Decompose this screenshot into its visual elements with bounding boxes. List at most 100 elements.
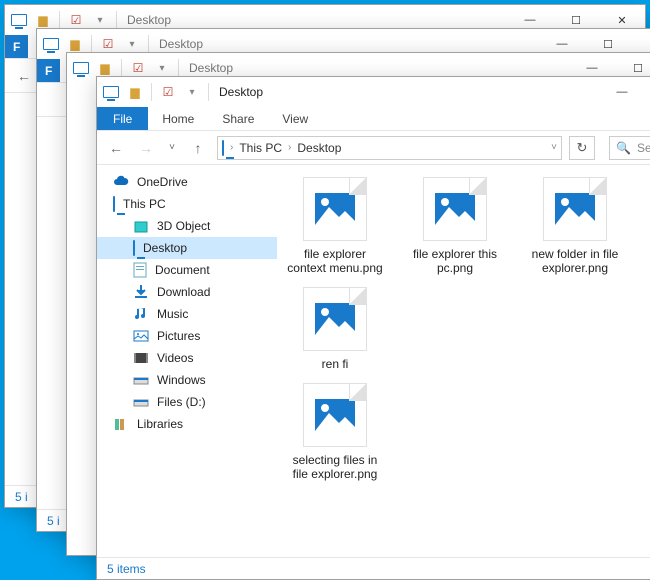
qat-dropdown-icon[interactable]: ▾ <box>184 84 200 100</box>
recent-dropdown-icon[interactable]: ˅ <box>165 137 179 159</box>
file-item[interactable]: ren fi <box>285 287 385 371</box>
nav-item-libraries[interactable]: Libraries <box>97 413 277 435</box>
separator <box>208 83 209 101</box>
file-name: new folder in file explorer.png <box>525 247 625 275</box>
image-file-icon <box>303 177 367 241</box>
desktop-icon <box>133 241 135 255</box>
properties-icon[interactable]: ☑ <box>100 36 116 52</box>
properties-icon[interactable]: ☑ <box>130 60 146 76</box>
forward-button[interactable]: → <box>135 137 157 159</box>
refresh-button[interactable]: ↻ <box>569 136 595 160</box>
titlebar[interactable]: ▆ ☑ ▾ Desktop — ☐ ✕ <box>97 77 650 107</box>
nav-item-windows[interactable]: Windows <box>97 369 277 391</box>
nav-item-download[interactable]: Download <box>97 281 277 303</box>
window-title: Desktop <box>127 13 171 27</box>
file-menu[interactable]: F <box>5 35 28 58</box>
drive-icon <box>133 394 149 410</box>
address-bar: ← → ˅ ↑ › This PC › Desktop ˅ ↻ 🔍 Search <box>97 131 650 165</box>
image-file-icon <box>303 287 367 351</box>
nav-label: Download <box>157 285 210 299</box>
pc-icon <box>222 141 224 155</box>
window-controls: — ☐ ✕ <box>599 77 650 107</box>
navigation-pane[interactable]: OneDrive This PC 3D Object Desktop Document D… <box>97 165 277 557</box>
nav-item-files-d-[interactable]: Files (D:) <box>97 391 277 413</box>
tab-view[interactable]: View <box>268 107 322 130</box>
nav-label: Desktop <box>143 241 187 255</box>
properties-icon[interactable]: ☑ <box>68 12 84 28</box>
pictures-icon <box>133 328 149 344</box>
chevron-right-icon[interactable]: › <box>288 142 291 153</box>
cloud-icon <box>113 174 129 190</box>
back-button[interactable]: ← <box>105 137 127 159</box>
qat-dropdown-icon[interactable]: ▾ <box>92 12 108 28</box>
nav-label: This PC <box>123 197 166 211</box>
folder-icon: ▆ <box>127 84 143 100</box>
window-title: Desktop <box>159 37 203 51</box>
nav-item-desktop[interactable]: Desktop <box>97 237 277 259</box>
folder-icon: ▆ <box>67 36 83 52</box>
folder-icon: ▆ <box>97 60 113 76</box>
file-menu[interactable]: File <box>97 107 148 130</box>
file-name: file explorer context menu.png <box>285 247 385 275</box>
file-name: selecting files in file explorer.png <box>285 453 385 481</box>
nav-label: Windows <box>157 373 206 387</box>
nav-label: Videos <box>157 351 193 365</box>
pc-icon <box>113 197 115 211</box>
nav-item-videos[interactable]: Videos <box>97 347 277 369</box>
maximize-button[interactable]: ☐ <box>645 77 650 107</box>
doc-icon <box>133 262 147 278</box>
minimize-button[interactable]: — <box>599 77 645 107</box>
ribbon: File Home Share View <box>97 107 650 131</box>
nav-item-this-pc[interactable]: This PC <box>97 193 277 215</box>
nav-label: Pictures <box>157 329 200 343</box>
image-file-icon <box>303 383 367 447</box>
status-bar: 5 items <box>97 557 650 579</box>
item-count: 5 i <box>47 514 60 528</box>
chevron-right-icon[interactable]: › <box>230 142 233 153</box>
drive-icon <box>133 372 149 388</box>
libraries-icon <box>113 416 129 432</box>
image-file-icon <box>543 177 607 241</box>
file-item[interactable]: new folder in file explorer.png <box>525 177 625 275</box>
qat-dropdown-icon[interactable]: ▾ <box>154 60 170 76</box>
file-item[interactable]: file explorer context menu.png <box>285 177 385 275</box>
breadcrumb-current[interactable]: Desktop <box>297 141 341 155</box>
back-button[interactable]: ← <box>13 65 35 87</box>
quick-access-toolbar: ▆ ☑ ▾ <box>103 83 209 101</box>
file-name: file explorer this pc.png <box>405 247 505 275</box>
nav-item-3d-object[interactable]: 3D Object <box>97 215 277 237</box>
address-dropdown-icon[interactable]: ˅ <box>551 142 557 153</box>
nav-item-music[interactable]: Music <box>97 303 277 325</box>
app-icon <box>103 84 119 100</box>
tab-share[interactable]: Share <box>208 107 268 130</box>
search-placeholder: Search <box>637 141 650 155</box>
file-menu[interactable]: F <box>37 59 60 82</box>
nav-item-document[interactable]: Document <box>97 259 277 281</box>
app-icon <box>11 12 27 28</box>
search-input[interactable]: 🔍 Search <box>609 136 650 160</box>
breadcrumb[interactable]: › This PC › Desktop ˅ <box>217 136 562 160</box>
nav-label: Libraries <box>137 417 183 431</box>
properties-icon[interactable]: ☑ <box>160 84 176 100</box>
app-icon <box>43 36 59 52</box>
tab-home[interactable]: Home <box>148 107 208 130</box>
download-icon <box>133 284 149 300</box>
separator <box>151 83 152 101</box>
nav-label: OneDrive <box>137 175 188 189</box>
item-count: 5 items <box>107 562 146 576</box>
file-explorer-window: ▆ ☑ ▾ Desktop — ☐ ✕ File Home Share View… <box>96 76 650 580</box>
image-file-icon <box>423 177 487 241</box>
breadcrumb-root[interactable]: This PC <box>239 141 282 155</box>
videos-icon <box>133 350 149 366</box>
file-item[interactable]: selecting files in file explorer.png <box>285 383 385 481</box>
music-icon <box>133 306 149 322</box>
nav-item-pictures[interactable]: Pictures <box>97 325 277 347</box>
item-count: 5 i <box>15 490 28 504</box>
file-item[interactable]: file explorer this pc.png <box>405 177 505 275</box>
nav-label: Document <box>155 263 210 277</box>
qat-dropdown-icon[interactable]: ▾ <box>124 36 140 52</box>
up-button[interactable]: ↑ <box>187 137 209 159</box>
nav-item-onedrive[interactable]: OneDrive <box>97 171 277 193</box>
search-icon: 🔍 <box>616 141 631 155</box>
file-list[interactable]: file explorer context menu.png file explo… <box>277 165 650 557</box>
